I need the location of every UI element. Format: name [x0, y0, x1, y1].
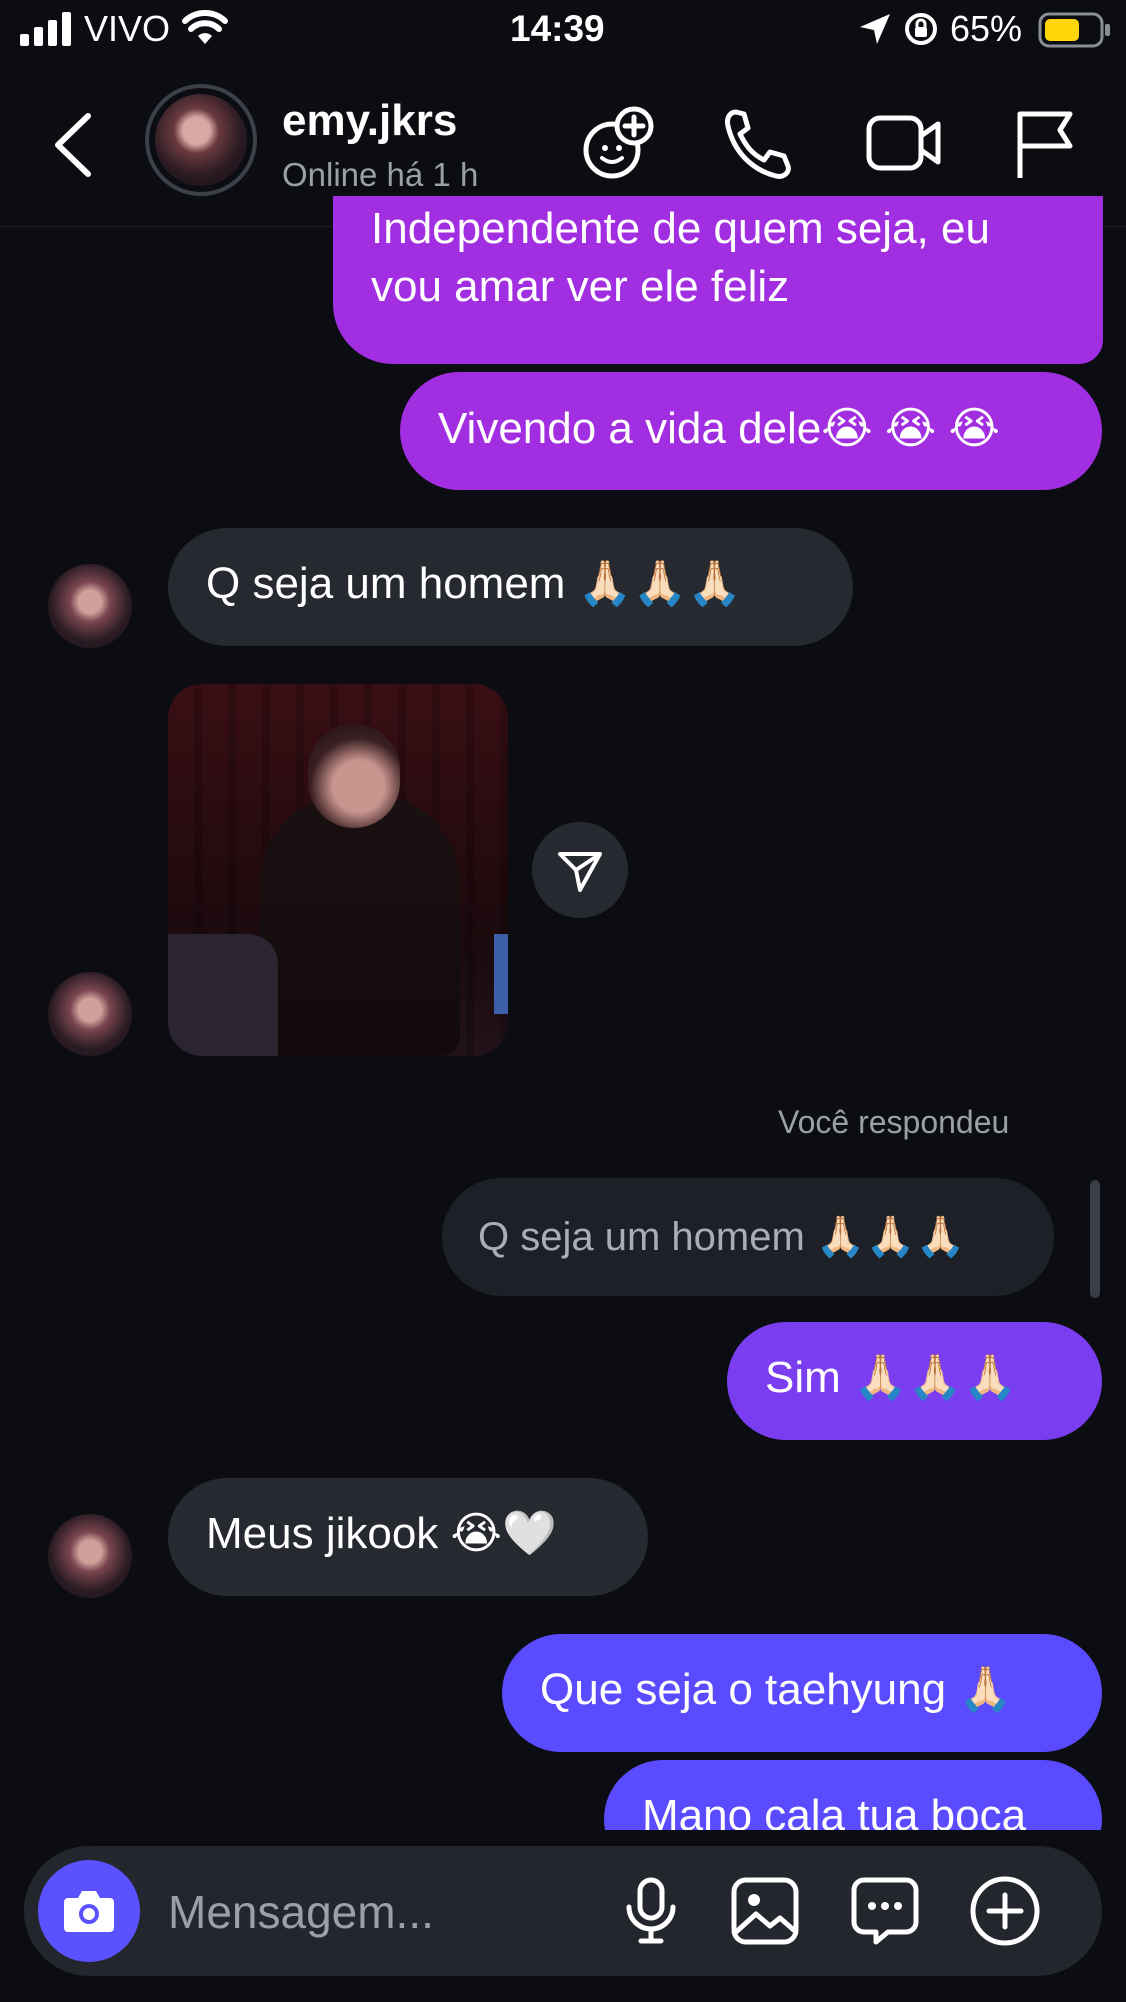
camera-button[interactable]	[38, 1860, 140, 1962]
gallery-icon	[731, 1877, 799, 1945]
message-text: Independente de quem seja, eu vou amar v…	[371, 204, 990, 311]
carrier-name: VIVO	[84, 8, 171, 49]
sender-avatar[interactable]	[48, 564, 132, 648]
quote-text: Q seja um homem 🙏🏻🙏🏻🙏🏻	[478, 1215, 966, 1259]
outgoing-message[interactable]: Que seja o taehyung 🙏🏻	[502, 1634, 1102, 1752]
outgoing-message[interactable]: Independente de quem seja, eu vou amar v…	[333, 196, 1103, 364]
message-input[interactable]	[166, 1876, 610, 1948]
plus-icon	[970, 1876, 1040, 1946]
battery-icon	[1038, 12, 1110, 48]
message-composer	[24, 1846, 1102, 1976]
back-icon[interactable]	[50, 110, 96, 180]
reply-label: Você respondeu	[778, 1104, 1010, 1140]
more-button[interactable]	[968, 1874, 1042, 1948]
mic-icon	[626, 1877, 676, 1944]
replied-message-quote[interactable]: Q seja um homem 🙏🏻🙏🏻🙏🏻	[442, 1178, 1054, 1296]
incoming-message[interactable]: Q seja um homem 🙏🏻🙏🏻🙏🏻	[168, 528, 853, 646]
outgoing-message[interactable]: Sim 🙏🏻🙏🏻🙏🏻	[727, 1322, 1102, 1440]
shared-photo[interactable]	[168, 684, 508, 1056]
incoming-message[interactable]: Meus jikook 😭🤍	[168, 1478, 648, 1596]
online-status: Online há 1 h	[282, 156, 479, 193]
status-bar: VIVO 14:39 65%	[0, 0, 1126, 60]
share-button[interactable]	[532, 822, 628, 918]
photo-blue-edge	[494, 934, 508, 1014]
profile-avatar[interactable]	[145, 84, 257, 196]
video-icon[interactable]	[866, 110, 942, 176]
sender-avatar[interactable]	[48, 972, 132, 1056]
sender-avatar[interactable]	[48, 1514, 132, 1598]
mic-button[interactable]	[614, 1874, 688, 1948]
scrollbar[interactable]	[1090, 1180, 1100, 1298]
message-text: Que seja o taehyung 🙏🏻	[540, 1665, 1014, 1714]
flag-icon[interactable]	[1014, 108, 1076, 180]
rotation-lock-icon	[905, 13, 937, 45]
signal-icon	[20, 12, 71, 46]
wifi-icon	[182, 10, 228, 44]
share-icon	[558, 852, 602, 892]
add-people-icon[interactable]	[578, 104, 658, 184]
clock: 14:39	[510, 8, 605, 49]
battery-percentage: 65%	[950, 8, 1023, 49]
message-text: Sim 🙏🏻🙏🏻🙏🏻	[765, 1353, 1018, 1402]
photo-figure	[260, 794, 460, 1056]
message-text: Vivendo a vida dele😭 😭 😭	[438, 404, 1000, 453]
photo-chair	[168, 934, 278, 1056]
message-text: Q seja um homem 🙏🏻🙏🏻🙏🏻	[206, 559, 743, 608]
photo-face	[308, 724, 400, 828]
outgoing-message[interactable]: Vivendo a vida dele😭 😭 😭	[400, 372, 1102, 490]
avatar-image	[155, 94, 247, 186]
message-text: Meus jikook 😭🤍	[206, 1509, 557, 1558]
gallery-button[interactable]	[728, 1874, 802, 1948]
location-icon	[860, 14, 890, 44]
sticker-button[interactable]	[848, 1874, 922, 1948]
camera-icon	[64, 1891, 114, 1932]
phone-icon[interactable]	[722, 106, 794, 182]
sticker-icon	[851, 1877, 919, 1945]
chat-username[interactable]: emy.jkrs	[282, 96, 457, 146]
